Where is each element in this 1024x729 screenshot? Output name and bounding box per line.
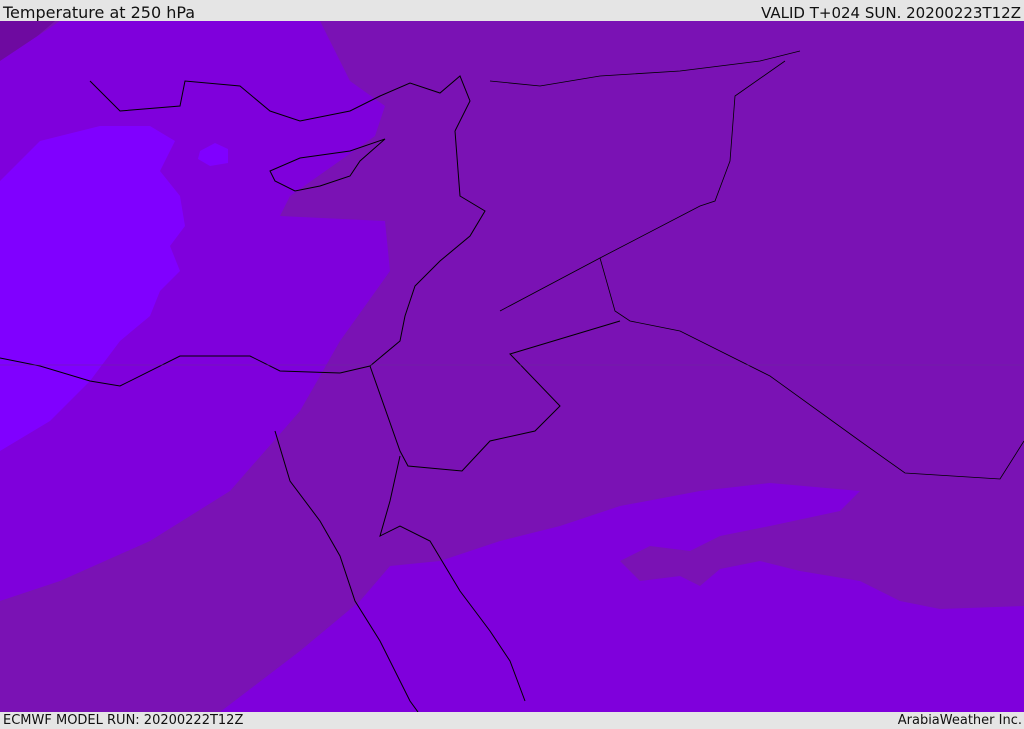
- header-bar: Temperature at 250 hPa VALID T+024 SUN. …: [0, 0, 1024, 22]
- footer-bar: ECMWF MODEL RUN: 20200222T12Z ArabiaWeat…: [0, 712, 1024, 729]
- valid-time: VALID T+024 SUN. 20200223T12Z: [761, 4, 1021, 22]
- temperature-map: [0, 21, 1024, 712]
- model-run: ECMWF MODEL RUN: 20200222T12Z: [3, 713, 244, 728]
- credit: ArabiaWeather Inc.: [897, 713, 1022, 728]
- map-title: Temperature at 250 hPa: [3, 3, 196, 22]
